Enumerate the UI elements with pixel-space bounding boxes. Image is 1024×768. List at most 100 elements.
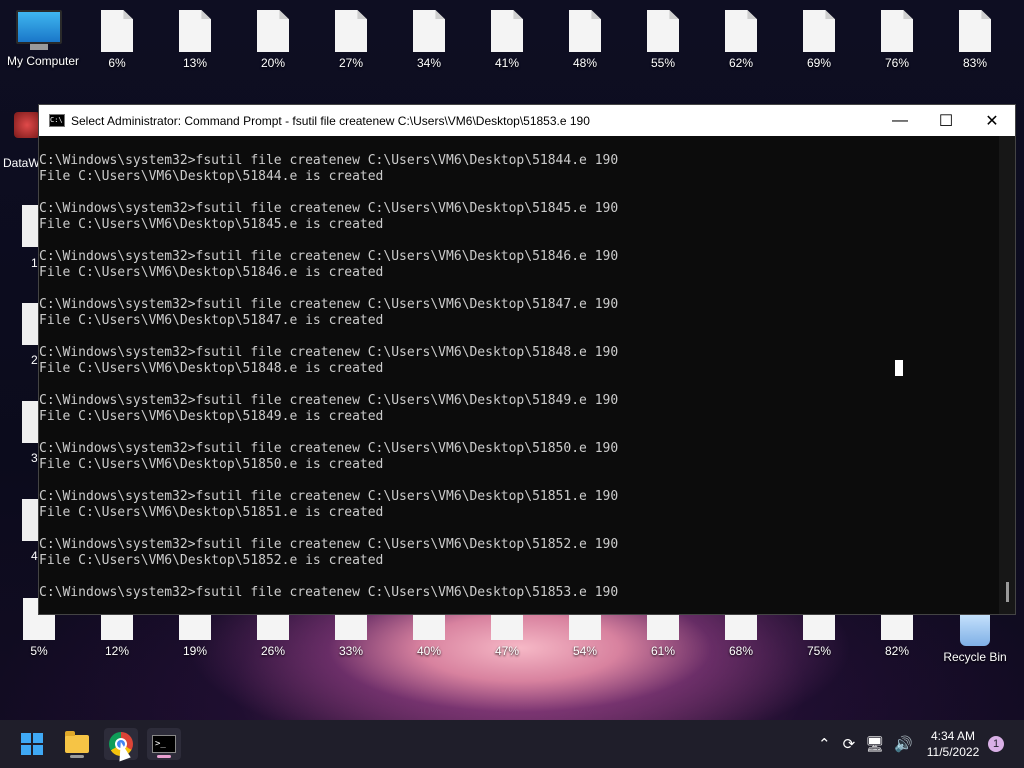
file-explorer-button[interactable] [60,728,94,760]
clock-date: 11/5/2022 [926,745,980,759]
taskbar: >_ ⌃ ⟳ 🖥 🔊 4:34 AM 11/5/2022 [0,720,1024,768]
file-icon [959,10,991,52]
desktop-file-icon[interactable]: 27% [319,10,383,70]
command-prompt-window[interactable]: C:\ Select Administrator: Command Prompt… [38,104,1016,615]
desktop-file-label: 83% [962,56,988,70]
file-icon [569,10,601,52]
console-line: File C:\Users\VM6\Desktop\51852.e is cre… [39,553,384,568]
console-line: File C:\Users\VM6\Desktop\51844.e is cre… [39,169,384,184]
desktop-file-label: 20% [260,56,286,70]
monitor-icon [16,10,62,44]
file-icon [725,10,757,52]
notification-badge[interactable]: 1 [988,736,1004,752]
console-line: File C:\Users\VM6\Desktop\51846.e is cre… [39,265,384,280]
desktop-file-label: 62% [728,56,754,70]
desktop-file-label: 48% [572,56,598,70]
terminal-icon: >_ [152,735,176,753]
console-line: C:\Windows\system32>fsutil file createne… [39,489,619,504]
desktop-file-label: 2 [31,353,38,367]
desktop-file-label: 61% [650,644,676,658]
window-title: Select Administrator: Command Prompt - f… [71,113,590,128]
desktop-file-icon[interactable] [22,499,38,541]
recycle-bin-glyph-icon [960,610,990,646]
file-icon [101,10,133,52]
console-line: C:\Windows\system32>fsutil file createne… [39,441,619,456]
desktop-file-icon[interactable]: 48% [553,10,617,70]
desktop-file-label: 54% [572,644,598,658]
desktop-file-label: 40% [416,644,442,658]
desktop-file-icon[interactable]: 6% [85,10,149,70]
desktop-file-icon[interactable]: 55% [631,10,695,70]
my-computer-icon[interactable]: My Computer [7,10,79,68]
console-line: C:\Windows\system32>fsutil file createne… [39,249,619,264]
console-line: File C:\Users\VM6\Desktop\51845.e is cre… [39,217,384,232]
desktop-file-label: 27% [338,56,364,70]
minimize-button[interactable]: — [877,105,923,136]
console-line: C:\Windows\system32>fsutil file createne… [39,585,619,600]
desktop-file-icon[interactable] [22,205,38,247]
console-line: File C:\Users\VM6\Desktop\51851.e is cre… [39,505,384,520]
recycle-bin-label: Recycle Bin [943,650,1007,664]
datawipe-icon [14,112,40,138]
desktop-file-icon[interactable]: 13% [163,10,227,70]
desktop-file-label: 4 [31,549,38,563]
windows-logo-icon [21,733,43,755]
file-icon [257,10,289,52]
desktop-file-label: 76% [884,56,910,70]
console-line: C:\Windows\system32>fsutil file createne… [39,297,619,312]
file-icon [803,10,835,52]
console-line: C:\Windows\system32>fsutil file createne… [39,537,619,552]
desktop-file-label: 1 [31,256,38,270]
clock-time: 4:34 AM [930,729,976,743]
maximize-button[interactable]: ☐ [923,105,969,136]
desktop-file-label: 12% [104,644,130,658]
datawipe-label: DataW [3,156,40,170]
desktop-file-label: 13% [182,56,208,70]
cmd-app-icon: C:\ [49,114,65,127]
desktop-file-label: 3 [31,451,38,465]
desktop-file-label: 26% [260,644,286,658]
scrollbar-thumb[interactable] [1006,582,1009,602]
network-icon[interactable]: 🖥 [865,735,884,753]
system-clock[interactable]: 4:34 AM 11/5/2022 [918,728,988,760]
console-line: C:\Windows\system32>fsutil file createne… [39,393,619,408]
file-icon [647,10,679,52]
desktop-file-label: 69% [806,56,832,70]
console-output[interactable]: C:\Windows\system32>fsutil file createne… [39,153,999,601]
desktop-file-icon[interactable]: 69% [787,10,851,70]
desktop-file-label: 5% [30,644,48,658]
desktop-file-icon[interactable]: 83% [943,10,1007,70]
start-button[interactable] [15,728,49,760]
desktop-file-icon[interactable] [22,303,38,345]
command-prompt-taskbar-button[interactable]: >_ [147,728,181,760]
console-line: C:\Windows\system32>fsutil file createne… [39,153,619,168]
desktop-file-icon[interactable]: 62% [709,10,773,70]
volume-icon[interactable]: 🔊 [894,735,913,753]
desktop-file-icon[interactable] [22,401,38,443]
desktop-file-icon[interactable]: 41% [475,10,539,70]
desktop-file-label: 47% [494,644,520,658]
file-icon [335,10,367,52]
file-icon [491,10,523,52]
desktop-file-icon[interactable]: 20% [241,10,305,70]
window-titlebar[interactable]: C:\ Select Administrator: Command Prompt… [39,105,1015,136]
desktop-file-icon[interactable]: 34% [397,10,461,70]
desktop-file-icon[interactable]: 76% [865,10,929,70]
datawipe-shortcut[interactable]: DataW [3,112,40,172]
folder-icon [65,731,89,753]
desktop-file-label: 41% [494,56,520,70]
update-icon[interactable]: ⟳ [843,735,856,753]
file-icon [179,10,211,52]
vertical-scrollbar[interactable] [999,136,1015,614]
close-button[interactable]: ✕ [969,105,1015,136]
desktop-file-label: 75% [806,644,832,658]
console-line: C:\Windows\system32>fsutil file createne… [39,201,619,216]
recycle-bin-icon[interactable]: Recycle Bin [943,610,1007,664]
chevron-up-icon[interactable]: ⌃ [818,735,831,753]
